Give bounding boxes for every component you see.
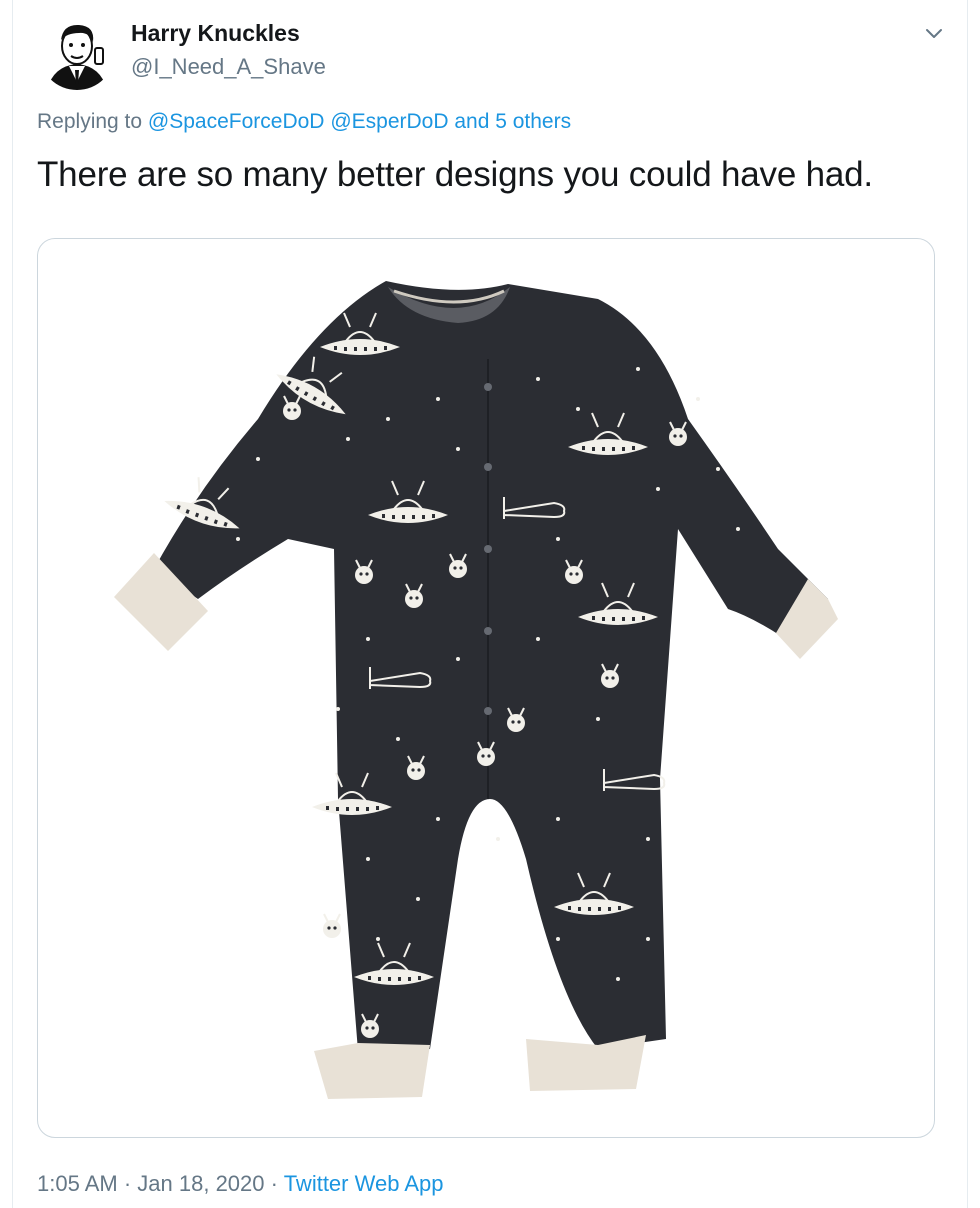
tweet-media[interactable] bbox=[37, 238, 935, 1138]
onesie-photo-icon bbox=[114, 281, 838, 1099]
meta-separator: · bbox=[123, 1171, 132, 1196]
avatar[interactable] bbox=[39, 14, 115, 90]
tweet-card: Harry Knuckles @I_Need_A_Shave Replying … bbox=[12, 0, 968, 1208]
author-handle[interactable]: @I_Need_A_Shave bbox=[131, 54, 326, 80]
reply-context: Replying to @SpaceForceDoD @EsperDoD and… bbox=[37, 110, 571, 134]
tweet-text: There are so many better designs you cou… bbox=[37, 155, 873, 194]
author-name[interactable]: Harry Knuckles bbox=[131, 20, 300, 47]
tweet-date[interactable]: Jan 18, 2020 bbox=[137, 1171, 264, 1196]
reply-prefix: Replying to bbox=[37, 110, 143, 133]
meta-separator: · bbox=[270, 1171, 278, 1196]
tweet-time[interactable]: 1:05 AM bbox=[37, 1171, 118, 1196]
mention-esper[interactable]: @EsperDoD bbox=[330, 110, 448, 133]
tweet-meta: 1:05 AM · Jan 18, 2020 · Twitter Web App bbox=[37, 1171, 443, 1197]
mention-spaceforce[interactable]: @SpaceForceDoD bbox=[148, 110, 325, 133]
others-link[interactable]: and 5 others bbox=[454, 110, 571, 133]
chevron-down-icon[interactable] bbox=[923, 22, 945, 44]
source-link[interactable]: Twitter Web App bbox=[284, 1171, 444, 1196]
man-avatar-icon bbox=[39, 14, 115, 90]
